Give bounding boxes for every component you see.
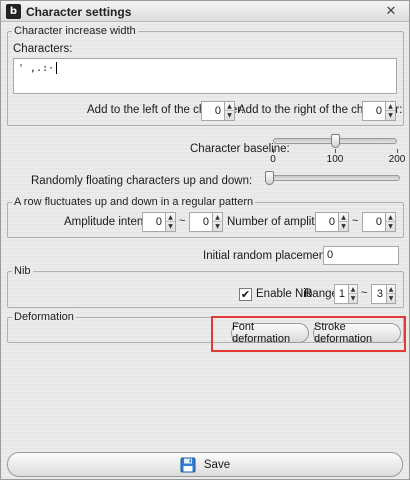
- amplitude-from-field[interactable]: 0: [142, 212, 166, 232]
- amplitude-to-field[interactable]: 0: [189, 212, 213, 232]
- spin-down-icon[interactable]: ▼: [166, 222, 175, 231]
- spin-up-icon[interactable]: ▲: [213, 213, 222, 222]
- characters-value: ' ,.:·: [18, 63, 55, 74]
- spin-up-icon[interactable]: ▲: [387, 285, 395, 294]
- spin-down-icon[interactable]: ▼: [225, 111, 234, 120]
- app-logo-icon: b: [6, 4, 21, 19]
- group-title-deformation: Deformation: [12, 310, 76, 324]
- enable-nib-checkbox[interactable]: ✔: [239, 288, 252, 301]
- spin-up-icon[interactable]: ▲: [339, 213, 348, 222]
- title-bar: b Character settings ✕: [1, 1, 409, 22]
- nib-range-from-spinner[interactable]: 1 ▲ ▼: [334, 284, 358, 304]
- spin-down-icon[interactable]: ▼: [386, 111, 395, 120]
- floating-slider-thumb[interactable]: [264, 171, 274, 185]
- spin-up-icon[interactable]: ▲: [166, 213, 175, 222]
- baseline-tick-label-mid: 100: [326, 154, 344, 165]
- add-right-spinner[interactable]: 0 ▲ ▼: [362, 101, 396, 121]
- floating-label: Randomly floating characters up and down…: [31, 175, 253, 187]
- nib-range-separator: ~: [361, 287, 368, 299]
- spin-down-icon[interactable]: ▼: [213, 222, 222, 231]
- baseline-tick: [397, 149, 398, 153]
- count-to-spinner[interactable]: 0 ▲ ▼: [362, 212, 396, 232]
- spin-down-icon[interactable]: ▼: [386, 222, 395, 231]
- nib-range-from-field[interactable]: 1: [334, 284, 349, 304]
- count-from-spinner[interactable]: 0 ▲ ▼: [315, 212, 349, 232]
- characters-textarea[interactable]: ' ,.:·: [13, 58, 397, 94]
- baseline-slider-thumb[interactable]: [330, 134, 340, 148]
- group-title-character-increase-width: Character increase width: [12, 24, 138, 38]
- close-icon[interactable]: ✕: [383, 3, 399, 19]
- nib-range-to-spinner[interactable]: 3 ▲ ▼: [371, 284, 396, 304]
- baseline-tick: [335, 149, 336, 153]
- font-deformation-button[interactable]: Font deformation: [231, 321, 309, 345]
- initial-random-input[interactable]: 0: [323, 246, 399, 265]
- spin-down-icon[interactable]: ▼: [387, 294, 395, 303]
- amplitude-to-spinner[interactable]: 0 ▲ ▼: [189, 212, 223, 232]
- settings-window: b Character settings ✕ Character increas…: [0, 0, 410, 480]
- floating-slider-track[interactable]: [266, 175, 400, 181]
- stroke-deformation-button[interactable]: Stroke deformation: [313, 321, 401, 345]
- spin-up-icon[interactable]: ▲: [349, 285, 357, 294]
- amplitude-range-separator: ~: [179, 215, 186, 227]
- nib-range-to-field[interactable]: 3: [371, 284, 387, 304]
- spin-down-icon[interactable]: ▼: [349, 294, 357, 303]
- baseline-tick-label-min: 0: [270, 154, 276, 165]
- count-to-field[interactable]: 0: [362, 212, 386, 232]
- window-title: Character settings: [26, 5, 132, 19]
- group-title-nib: Nib: [12, 264, 33, 278]
- save-label: Save: [203, 458, 231, 471]
- save-button[interactable]: Save: [7, 452, 403, 477]
- group-title-row-fluctuates: A row fluctuates up and down in a regula…: [12, 195, 256, 209]
- add-left-spinner[interactable]: 0 ▲ ▼: [201, 101, 235, 121]
- count-range-separator: ~: [352, 215, 359, 227]
- floppy-disk-icon: [180, 457, 196, 472]
- amplitude-from-spinner[interactable]: 0 ▲ ▼: [142, 212, 176, 232]
- baseline-tick: [273, 149, 274, 153]
- spin-down-icon[interactable]: ▼: [339, 222, 348, 231]
- baseline-tick-label-max: 200: [388, 154, 406, 165]
- spin-up-icon[interactable]: ▲: [386, 213, 395, 222]
- add-left-field[interactable]: 0: [201, 101, 225, 121]
- characters-label: Characters:: [13, 43, 73, 55]
- spin-up-icon[interactable]: ▲: [386, 102, 395, 111]
- add-right-field[interactable]: 0: [362, 101, 386, 121]
- count-from-field[interactable]: 0: [315, 212, 339, 232]
- spin-up-icon[interactable]: ▲: [225, 102, 234, 111]
